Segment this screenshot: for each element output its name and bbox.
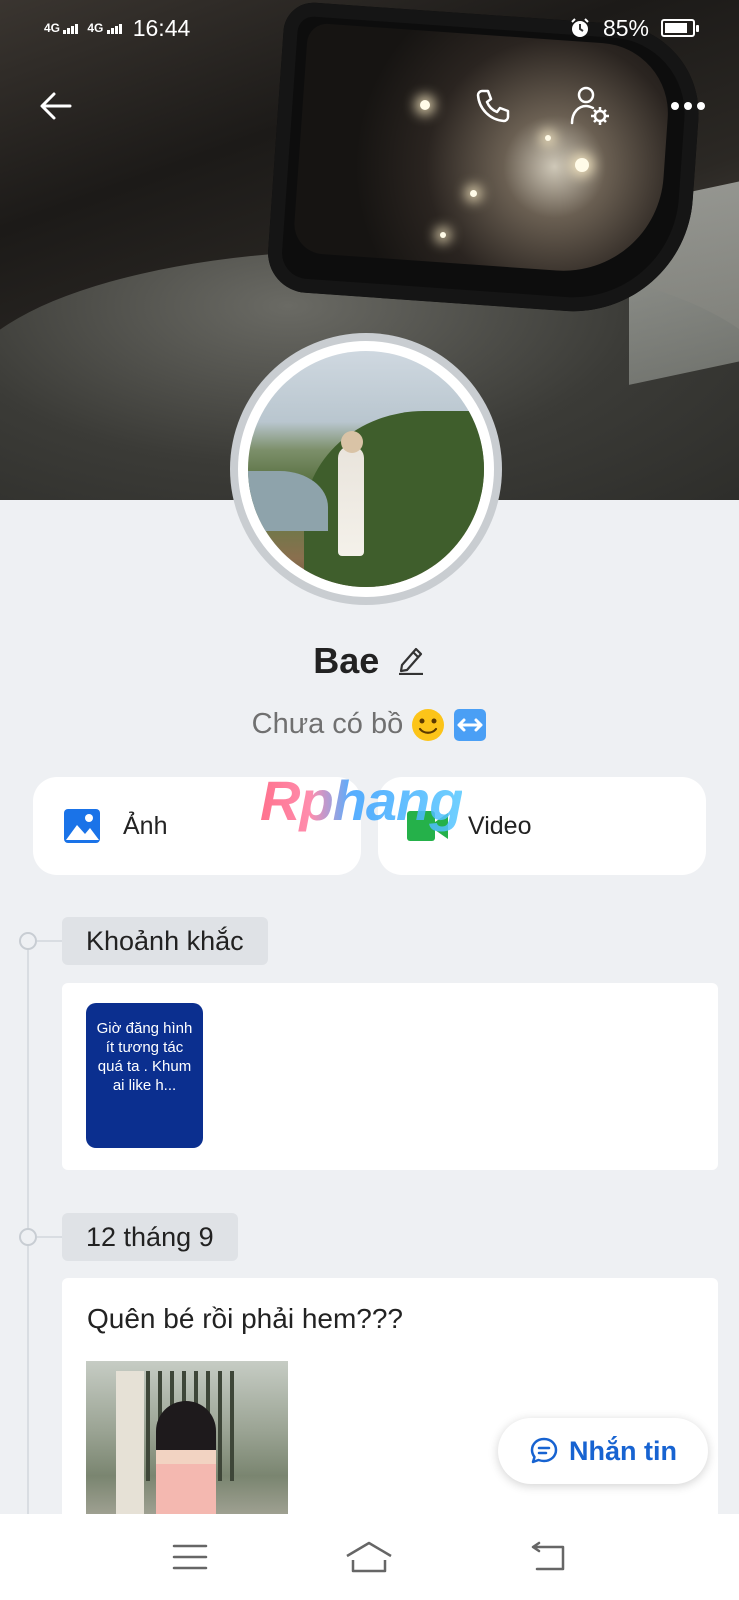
battery-fill [665,23,687,33]
date-tag: 12 tháng 9 [62,1213,238,1261]
network-type-1: 4G [44,21,61,35]
clock: 16:44 [132,14,191,41]
signal-2: 4G [87,22,122,34]
network-type-2: 4G [87,21,104,35]
videos-label: Video [468,811,532,840]
more-dots-icon [671,102,705,110]
photos-label: Ảnh [123,811,168,840]
watermark-logo: Rphang [260,769,463,832]
post-text: Quên bé rồi phải hem??? [87,1303,403,1334]
return-icon [531,1541,565,1571]
moments-card: Giờ đăng hình ít tương tác quá ta . Khum… [62,983,718,1170]
edit-name-button[interactable] [396,643,426,680]
battery-percent: 85% [602,14,649,41]
timeline-dot [19,1228,37,1246]
message-button[interactable]: Nhắn tin [498,1418,708,1484]
timeline-dot [19,932,37,950]
avatar-person [338,446,364,556]
phone-icon [476,89,510,123]
nav-back-button[interactable] [519,1532,579,1582]
profile-name: Bae [313,640,380,681]
profile-bio: Chưa có bồ [0,708,739,742]
avatar[interactable] [230,333,502,605]
cover-light [545,135,551,141]
pencil-icon [398,647,423,675]
cover-light [575,158,589,172]
battery-icon [661,19,699,37]
signal-1: 4G [44,22,79,34]
photo-pillar [116,1371,144,1538]
signal-bars-icon [63,22,79,34]
menu-icon [172,1544,208,1570]
profile-settings-button[interactable] [562,78,618,134]
avatar-person-head [341,431,363,453]
signal-bars-icon [106,22,123,34]
moments-tag: Khoảnh khắc [62,917,268,965]
top-nav [0,78,739,134]
slightly-smiling-face-emoji [412,709,445,742]
status-bar: 4G 4G 16:44 85% [0,0,739,56]
back-button[interactable] [28,78,84,134]
call-button[interactable] [465,78,521,134]
image-icon [64,809,100,843]
post-card[interactable]: Quên bé rồi phải hem??? [62,1278,718,1538]
profile-name-row: Bae [0,640,739,682]
post-photo[interactable] [86,1361,288,1538]
cover-light [470,190,477,197]
timeline-connector [37,1236,63,1238]
more-button[interactable] [660,78,716,134]
cover-mirror-glass [292,22,673,278]
nav-home-button[interactable] [339,1532,399,1582]
chat-bubble-icon [530,1437,558,1464]
user-settings-icon [570,86,609,125]
timeline-connector [37,940,63,942]
avatar-hill [304,411,484,587]
message-button-label: Nhắn tin [569,1435,677,1466]
left-right-arrow-emoji [454,709,487,742]
nav-menu-button[interactable] [160,1532,220,1582]
cover-light [440,232,446,238]
avatar-photo [248,351,484,587]
home-icon [346,1541,393,1573]
system-nav-bar [0,1514,739,1600]
story-thumbnail[interactable]: Giờ đăng hình ít tương tác quá ta . Khum… [86,1003,203,1148]
avatar-border [238,341,494,597]
bio-text: Chưa có bồ [251,708,404,740]
alarm-icon [571,18,589,37]
back-arrow-icon [40,92,72,120]
